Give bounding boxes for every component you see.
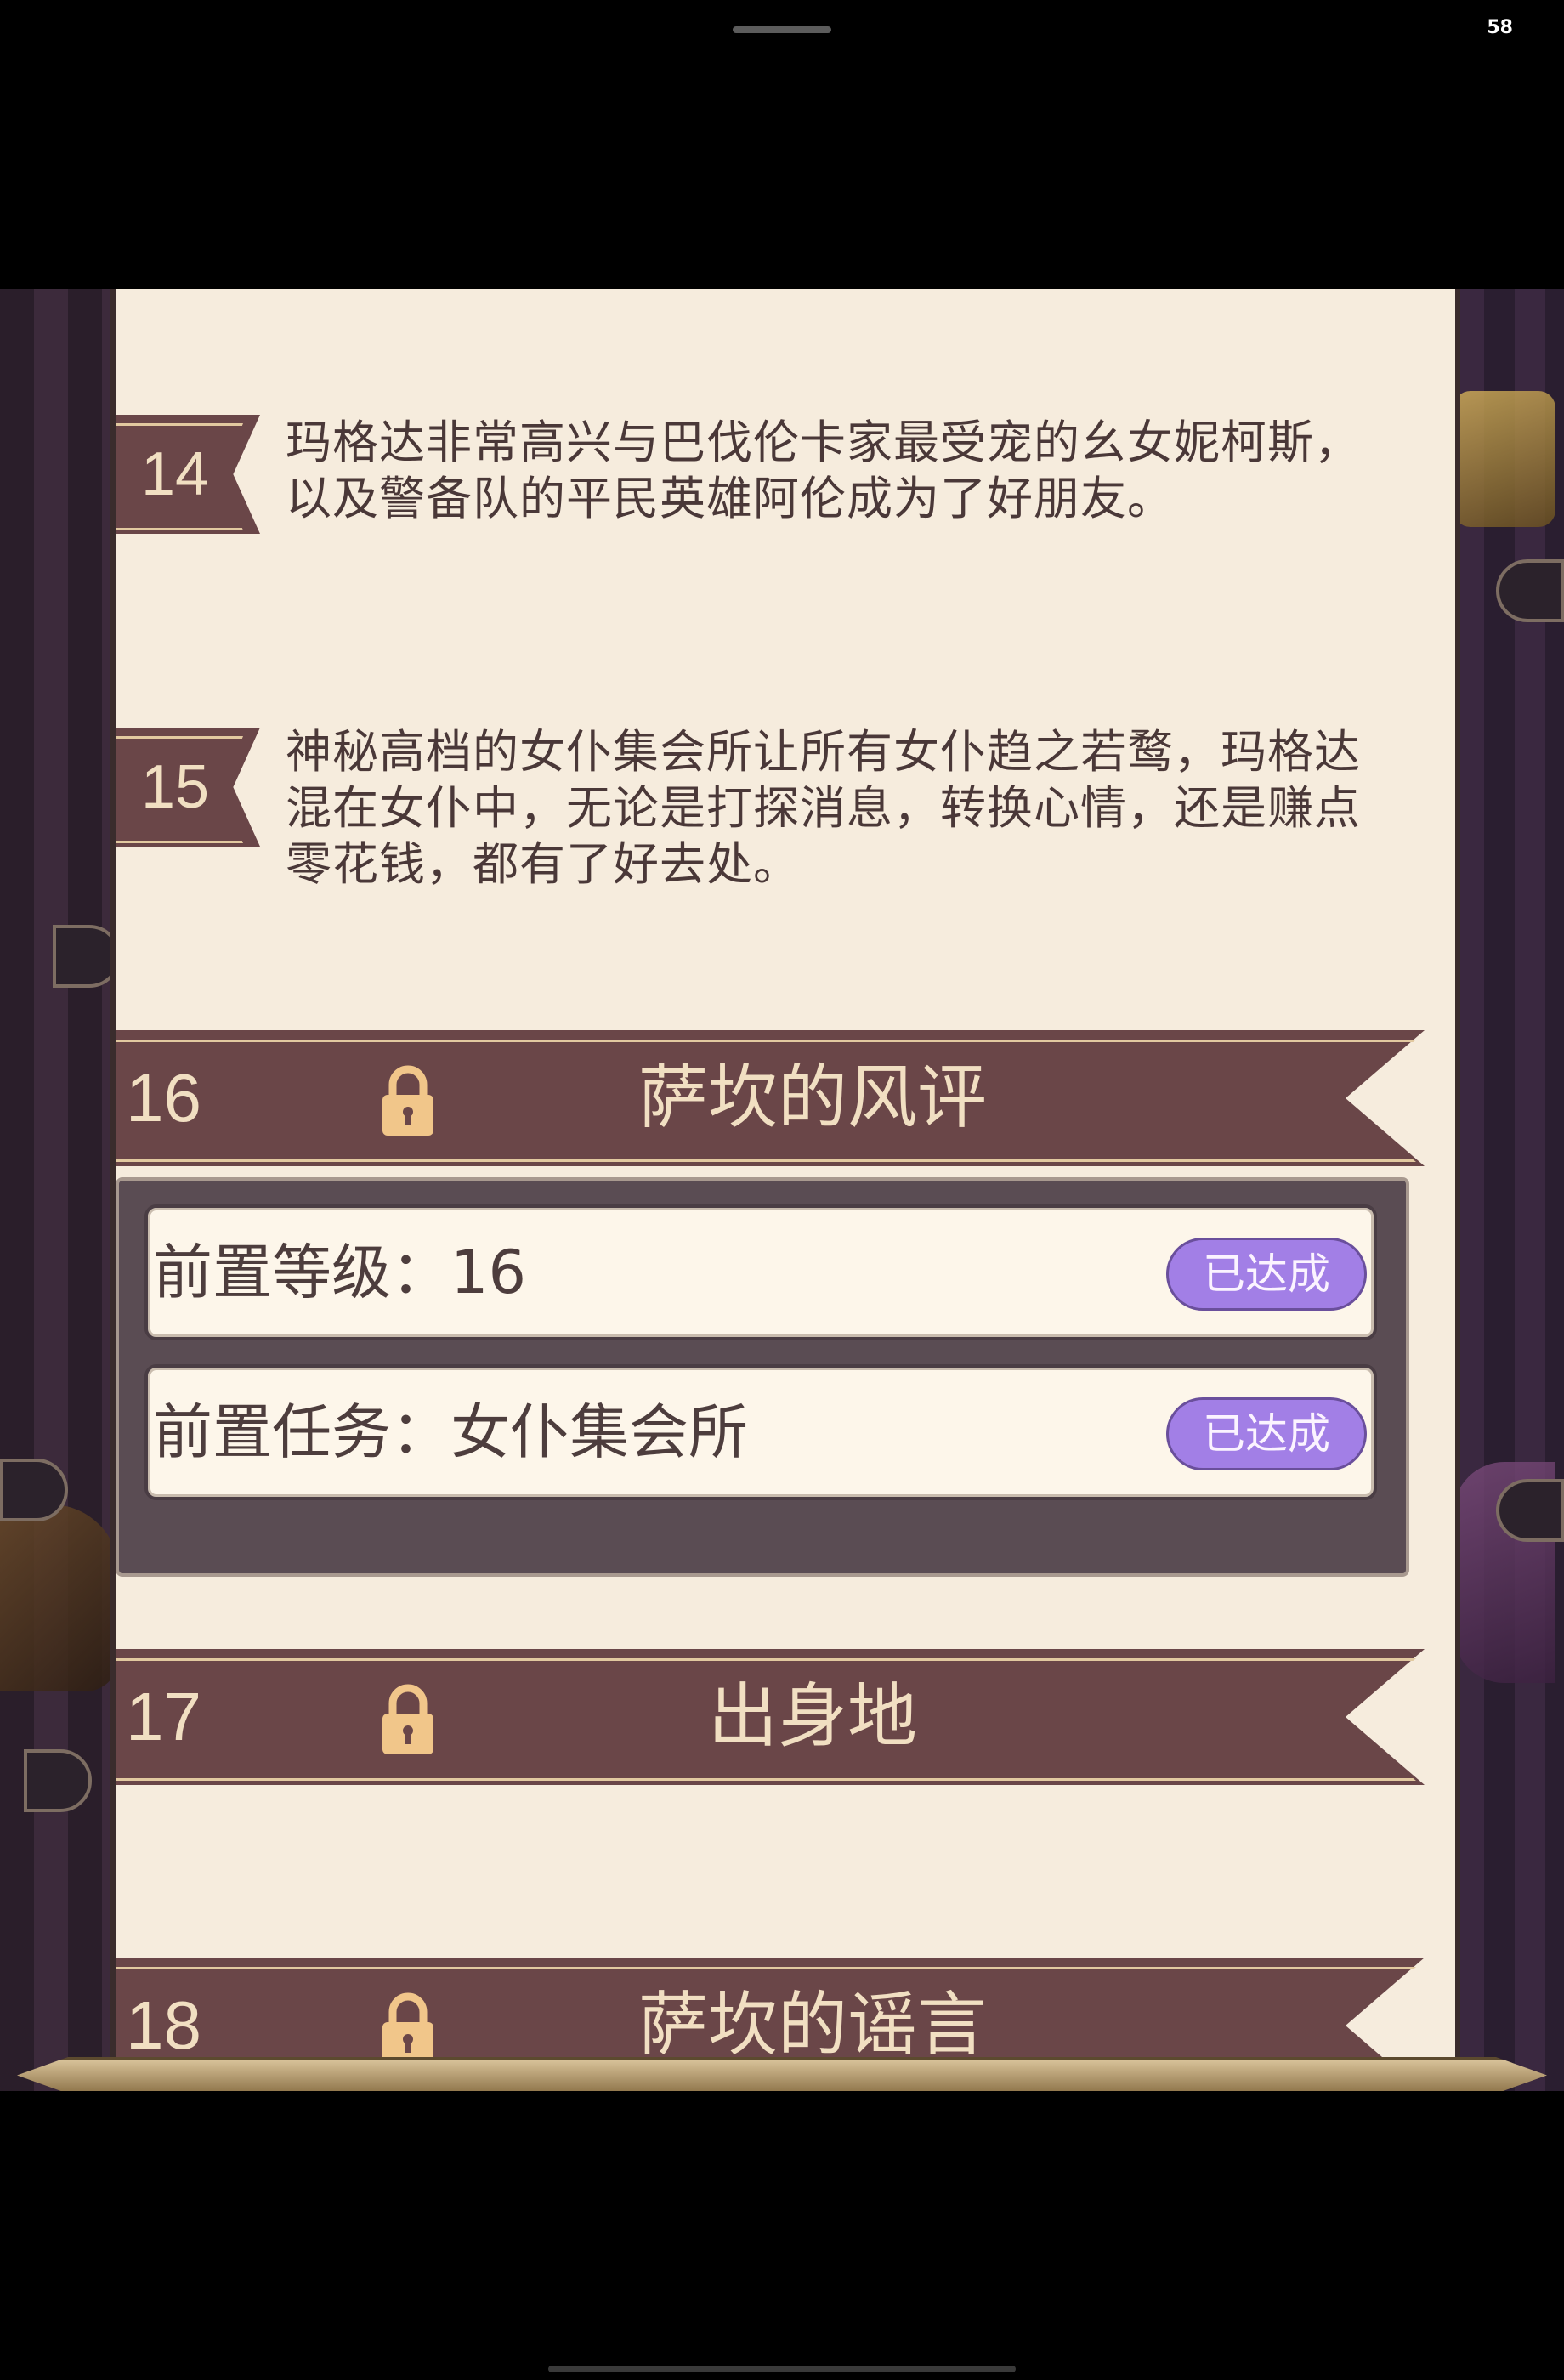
story-list-panel[interactable]: 14 玛格达非常高兴与巴伐伦卡家最受宠的幺女妮柯斯，以及警备队的平民英雄阿伦成为…: [110, 289, 1460, 2091]
status-indicator: 58: [1487, 17, 1513, 38]
section-16-banner[interactable]: 16 萨坎的风评: [116, 1030, 1442, 1166]
bottom-scroll-bar: [17, 2057, 1547, 2091]
entry-15-text: 神秘高档的女仆集会所让所有女仆趋之若鹜，玛格达混在女仆中，无论是打探消息，转换心…: [286, 725, 1361, 891]
requirement-level: 前置等级：16 已达成: [144, 1204, 1377, 1340]
section-title: 出身地: [707, 1676, 917, 1757]
requirement-task: 前置任务：女仆集会所 已达成: [144, 1364, 1377, 1500]
home-indicator[interactable]: [548, 2366, 1016, 2372]
left-side-button-2[interactable]: [0, 1459, 68, 1522]
left-side-button-3[interactable]: [24, 1749, 92, 1812]
entry-number: 15: [140, 753, 210, 821]
chest-decoration: [0, 1504, 119, 1692]
gold-ornament-decoration: [1454, 391, 1556, 527]
requirement-label: 前置等级：16: [153, 1238, 527, 1307]
entry-15-badge: 15: [116, 728, 269, 855]
lock-icon: [382, 1684, 434, 1754]
section-number: 16: [126, 1060, 201, 1136]
entry-number: 14: [140, 440, 210, 508]
section-16-requirements: 前置等级：16 已达成 前置任务：女仆集会所 已达成: [116, 1177, 1409, 1577]
right-side-button[interactable]: [1496, 559, 1564, 622]
section-title: 萨坎的风评: [638, 1057, 987, 1138]
status-badge: 已达成: [1166, 1397, 1367, 1470]
section-number: 17: [126, 1679, 201, 1754]
left-curtain-decoration: [0, 289, 119, 2091]
top-grabber[interactable]: [733, 26, 831, 33]
lock-icon: [382, 1065, 434, 1136]
status-badge: 已达成: [1166, 1238, 1367, 1311]
game-background: 14 玛格达非常高兴与巴伐伦卡家最受宠的幺女妮柯斯，以及警备队的平民英雄阿伦成为…: [0, 289, 1564, 2091]
entry-14-badge: 14: [116, 415, 269, 542]
section-17-banner[interactable]: 17 出身地: [116, 1649, 1442, 1785]
lock-icon: [382, 1992, 434, 2063]
right-side-button-2[interactable]: [1496, 1479, 1564, 1542]
entry-14-text: 玛格达非常高兴与巴伐伦卡家最受宠的幺女妮柯斯，以及警备队的平民英雄阿伦成为了好朋…: [286, 416, 1361, 525]
requirement-label: 前置任务：女仆集会所: [153, 1397, 748, 1467]
